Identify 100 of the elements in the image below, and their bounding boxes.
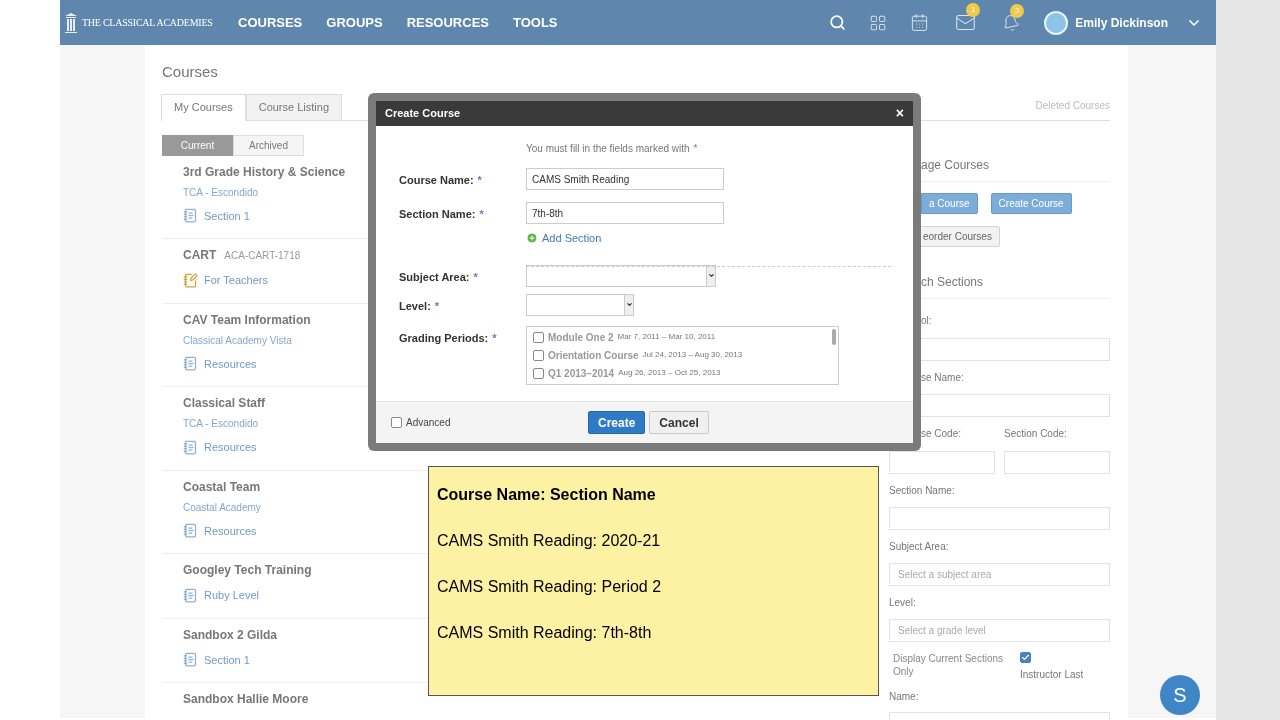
dropdown[interactable] bbox=[526, 264, 716, 287]
nav-link[interactable]: COURSES bbox=[238, 12, 303, 33]
period-name: Orientation Course bbox=[548, 348, 639, 363]
tab[interactable]: Course Listing bbox=[245, 93, 342, 120]
course-title[interactable]: Coastal Team bbox=[183, 477, 261, 496]
deleted-courses-link[interactable]: Deleted Courses bbox=[1035, 97, 1110, 113]
course-title[interactable]: CART bbox=[183, 246, 217, 264]
field-label: Grading Periods: bbox=[399, 330, 489, 346]
note-line: CAMS Smith Reading: Period 2 bbox=[437, 577, 663, 597]
input-field[interactable] bbox=[1004, 451, 1110, 474]
field-label: Level: bbox=[889, 597, 916, 608]
checkbox[interactable] bbox=[533, 331, 544, 343]
field-label: Instructor Last bbox=[1020, 669, 1085, 681]
panel-button[interactable]: Create Course bbox=[990, 193, 1072, 214]
nav-link[interactable]: RESOURCES bbox=[406, 12, 489, 33]
field-label: Subject Area: bbox=[399, 269, 470, 285]
search-icon[interactable] bbox=[829, 14, 847, 31]
period-name: Q1 2013–2014 bbox=[548, 366, 615, 381]
field-label: se Name: bbox=[921, 372, 964, 383]
course-title[interactable]: 3rd Grade History & Science bbox=[183, 162, 346, 181]
avatar[interactable] bbox=[1044, 10, 1069, 35]
section-link[interactable]: Resources bbox=[204, 439, 257, 456]
notebook-icon bbox=[183, 587, 198, 603]
select-field[interactable]: Select a grade level bbox=[889, 619, 1110, 642]
create-button[interactable]: Create bbox=[588, 411, 646, 434]
section-heading: ch Sections bbox=[921, 275, 984, 289]
checkbox[interactable] bbox=[533, 349, 544, 361]
text-field[interactable]: 7th-8th bbox=[526, 202, 724, 224]
period-dates: Jul 24, 2013 – Aug 30, 2013 bbox=[642, 349, 743, 361]
section-link[interactable]: Resources bbox=[204, 522, 257, 539]
section-link[interactable]: Section 1 bbox=[204, 651, 250, 668]
filter-toggle[interactable]: Archived bbox=[233, 134, 304, 156]
user-name[interactable]: Emily Dickinson bbox=[1075, 13, 1168, 32]
required-note: You must fill in the fields marked with bbox=[526, 142, 690, 156]
notebook-icon bbox=[183, 208, 198, 224]
required-mark: * bbox=[479, 207, 484, 222]
field-label: Section Code: bbox=[1004, 428, 1067, 439]
school-link[interactable]: TCA - Escondido bbox=[183, 184, 259, 200]
caret-icon bbox=[707, 272, 715, 279]
panel-button[interactable]: a Course bbox=[921, 193, 978, 214]
input-field[interactable] bbox=[889, 451, 995, 474]
school-link[interactable]: Classical Academy Vista bbox=[183, 332, 292, 348]
required-mark: * bbox=[492, 330, 497, 346]
checkbox[interactable] bbox=[391, 417, 402, 428]
school-link[interactable]: TCA - Escondido bbox=[183, 416, 259, 431]
notebook-icon bbox=[183, 439, 198, 455]
notebook-icon bbox=[183, 523, 198, 539]
course-title[interactable]: CAV Team Information bbox=[183, 310, 311, 329]
logo-text[interactable]: THE CLASSICAL ACADEMIES bbox=[82, 15, 213, 30]
mail-icon[interactable] bbox=[955, 12, 977, 33]
field-label: ol: bbox=[921, 315, 932, 326]
tab[interactable]: My Courses bbox=[161, 93, 246, 121]
notebook-icon bbox=[183, 652, 198, 668]
field-label: Name: bbox=[889, 691, 919, 702]
text-field[interactable]: CAMS Smith Reading bbox=[526, 168, 724, 190]
checkbox[interactable] bbox=[533, 367, 544, 379]
note-line: CAMS Smith Reading: 2020-21 bbox=[437, 531, 662, 551]
note-line: CAMS Smith Reading: 7th-8th bbox=[437, 623, 653, 643]
close-button[interactable]: × bbox=[895, 103, 904, 124]
section-heading: age Courses bbox=[921, 158, 990, 172]
dropdown[interactable] bbox=[526, 293, 634, 316]
filter-toggle[interactable]: Current bbox=[162, 134, 233, 156]
caret-icon bbox=[625, 301, 633, 308]
grading-period-list[interactable]: Module One 2 Mar 7, 2011 – Mar 10, 2011 Orientation Course Jul 24, 2013 – Aug 30, 2013 Q1 2013–2014 Aug 26, 2013 – Oct 25, 2013 bbox=[526, 325, 839, 385]
note-heading: Course Name: Section Name bbox=[437, 485, 657, 505]
input-field[interactable] bbox=[889, 507, 1110, 530]
field-label: Level: bbox=[399, 298, 431, 314]
course-title[interactable]: Sandbox Hallie Moore bbox=[183, 690, 309, 708]
field-label: se Code: bbox=[921, 428, 962, 439]
cancel-button[interactable]: Cancel bbox=[649, 411, 709, 434]
course-title[interactable]: Sandbox 2 Gilda bbox=[183, 625, 278, 644]
nav-link[interactable]: GROUPS bbox=[326, 12, 383, 33]
course-title[interactable]: Classical Staff bbox=[183, 394, 266, 412]
required-mark: * bbox=[473, 269, 478, 285]
add-section-link[interactable]: Add Section bbox=[526, 230, 724, 247]
page-title: Courses bbox=[162, 62, 219, 82]
field-label: Course Name: bbox=[399, 173, 474, 188]
section-link[interactable]: For Teachers bbox=[204, 272, 268, 289]
dialog-title: Create Course bbox=[385, 106, 461, 122]
course-title[interactable]: Googley Tech Training bbox=[183, 561, 312, 579]
notebook-pencil-icon bbox=[183, 272, 198, 288]
required-mark: * bbox=[434, 298, 440, 314]
period-name: Module One 2 bbox=[548, 330, 614, 345]
column-logo-icon bbox=[64, 11, 78, 34]
plus-icon bbox=[526, 232, 538, 245]
field-label: Section Name: bbox=[889, 485, 955, 496]
period-dates: Aug 26, 2013 – Oct 25, 2013 bbox=[618, 367, 721, 379]
calendar-icon[interactable] bbox=[910, 13, 930, 32]
required-mark: * bbox=[477, 173, 482, 188]
grid-icon[interactable] bbox=[869, 13, 888, 32]
checkbox[interactable] bbox=[1020, 652, 1031, 663]
section-link[interactable]: Section 1 bbox=[204, 207, 250, 224]
period-dates: Mar 7, 2011 – Mar 10, 2011 bbox=[617, 331, 716, 343]
nav-link[interactable]: TOOLS bbox=[513, 12, 558, 33]
section-link[interactable]: Ruby Level bbox=[204, 587, 260, 604]
scrollbar[interactable] bbox=[832, 328, 836, 345]
school-link[interactable]: Coastal Academy bbox=[183, 499, 261, 515]
required-mark: * bbox=[693, 142, 698, 156]
select-field[interactable]: Select a subject area bbox=[889, 563, 1110, 586]
section-link[interactable]: Resources bbox=[204, 355, 257, 372]
